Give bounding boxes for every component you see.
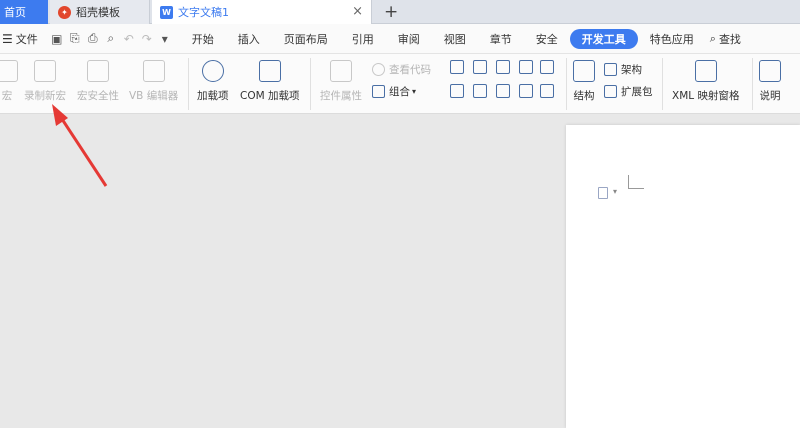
annotation-arrow	[52, 104, 108, 187]
arrow-shaft	[58, 115, 108, 187]
